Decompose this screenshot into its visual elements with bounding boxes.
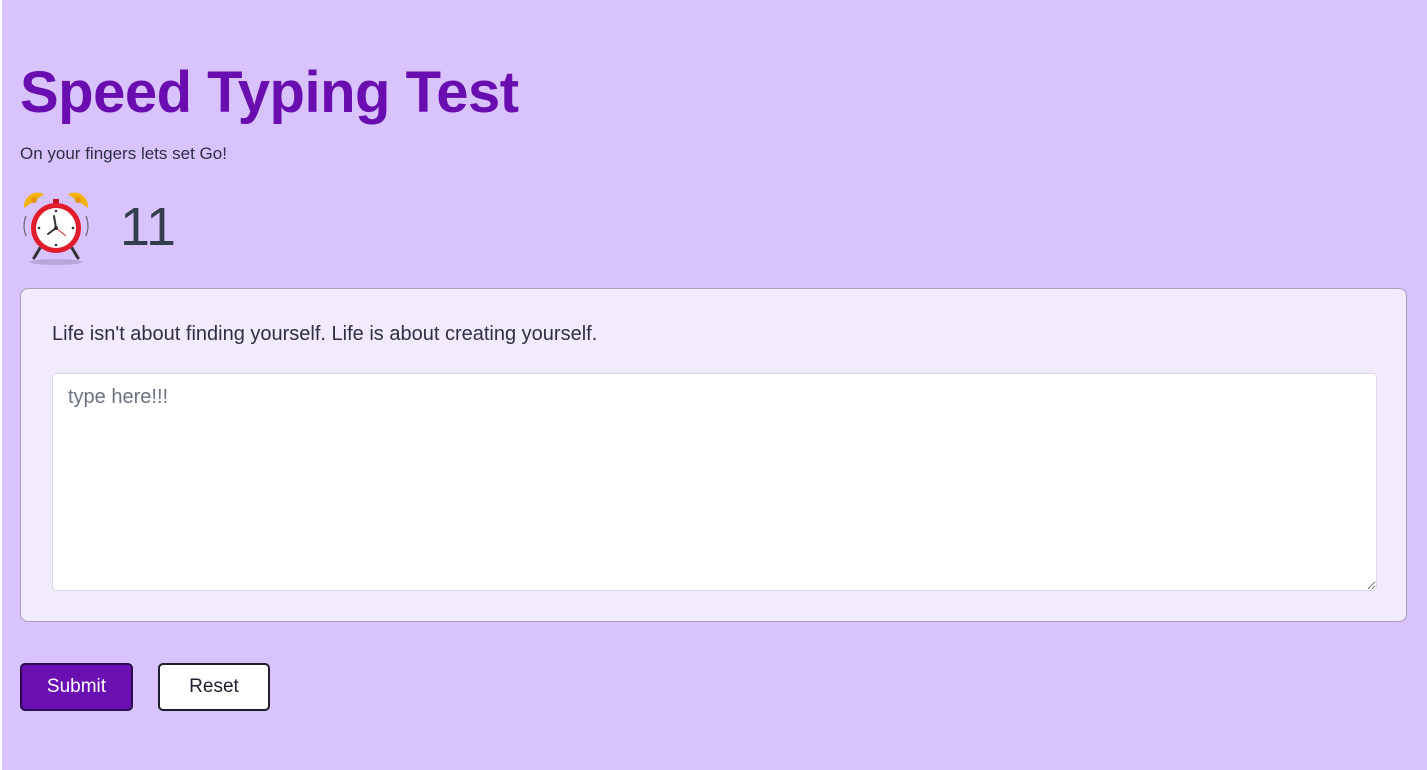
timer-value: 11 [120, 197, 177, 257]
alarm-clock-icon [23, 192, 89, 265]
page-background: Speed Typing Test On your fingers lets s… [2, 0, 1427, 770]
timer: 11 [20, 186, 320, 266]
typing-card: Life isn't about finding yourself. Life … [20, 288, 1407, 622]
quote-text: Life isn't about finding yourself. Life … [52, 323, 598, 345]
page-title: Speed Typing Test [20, 60, 519, 125]
typing-input[interactable] [52, 373, 1377, 591]
page-subtitle: On your fingers lets set Go! [20, 144, 227, 163]
reset-button[interactable]: Reset [158, 663, 270, 711]
submit-button[interactable]: Submit [20, 663, 133, 711]
